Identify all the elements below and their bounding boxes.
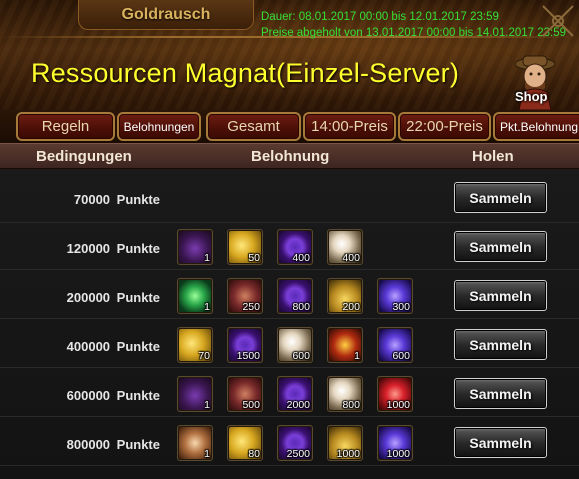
tab-14-prize[interactable]: 14:00-Preis: [303, 112, 396, 141]
item-quantity: 800: [342, 399, 360, 411]
item-quantity: 500: [242, 399, 260, 411]
table-row: 70000 Punkte Sammeln: [0, 174, 579, 223]
column-conditions: Bedingungen: [36, 148, 132, 165]
tab-22-prize[interactable]: 22:00-Preis: [398, 112, 491, 141]
reward-item[interactable]: 1000: [327, 425, 363, 461]
table-header: Bedingungen Belohnung Holen: [0, 143, 579, 169]
item-quantity: 70: [198, 350, 210, 362]
collect-button[interactable]: Sammeln: [454, 427, 547, 458]
reward-item[interactable]: 600: [377, 327, 413, 363]
row-condition: 800000 Punkte: [66, 437, 160, 452]
row-condition: 400000 Punkte: [66, 339, 160, 354]
reward-item[interactable]: 400: [327, 229, 363, 265]
shop-button[interactable]: Shop: [505, 52, 567, 110]
tab-total[interactable]: Gesamt: [206, 112, 301, 141]
reward-item[interactable]: 800: [277, 278, 313, 314]
item-quantity: 1000: [386, 399, 410, 411]
item-quantity: 50: [248, 252, 260, 264]
reward-item[interactable]: 2000: [277, 376, 313, 412]
item-quantity: 2500: [286, 448, 310, 460]
item-quantity: 200: [342, 301, 360, 313]
item-quantity: 800: [292, 301, 310, 313]
table-row: 600000 Punkte 1 500 2000 800 1000 Sammeln: [0, 368, 579, 417]
collect-button[interactable]: Sammeln: [454, 231, 547, 262]
item-quantity: 1: [204, 301, 210, 313]
table-row: 400000 Punkte 70 1500 600 1 600 Sammeln: [0, 319, 579, 368]
title-tab: Goldrausch: [78, 0, 254, 30]
reward-item[interactable]: 250: [227, 278, 263, 314]
reward-item[interactable]: 50: [227, 229, 263, 265]
reward-item[interactable]: 1: [327, 327, 363, 363]
row-condition: 200000 Punkte: [66, 290, 160, 305]
row-condition: 70000 Punkte: [73, 192, 160, 207]
reward-item[interactable]: 1: [177, 376, 213, 412]
item-quantity: 600: [392, 350, 410, 362]
table-row: 200000 Punkte 1 250 800 200 300 Sammeln: [0, 270, 579, 319]
item-quantity: 1500: [236, 350, 260, 362]
title-tab-label: Goldrausch: [121, 5, 211, 23]
item-quantity: 1: [204, 252, 210, 264]
tab-points-reward[interactable]: Pkt.Belohnung: [493, 112, 579, 141]
collect-button[interactable]: Sammeln: [454, 280, 547, 311]
item-quantity: 1000: [336, 448, 360, 460]
tab-rules[interactable]: Regeln: [16, 112, 115, 141]
event-header: Goldrausch Dauer: 08.01.2017 00:00 bis 1…: [0, 0, 579, 110]
reward-item[interactable]: 80: [227, 425, 263, 461]
row-condition: 120000 Punkte: [66, 241, 160, 256]
reward-item[interactable]: 1000: [377, 376, 413, 412]
shop-label: Shop: [515, 89, 548, 104]
corner-ornament-icon: [542, 5, 574, 37]
tab-rewards[interactable]: Belohnungen: [117, 112, 201, 141]
event-duration: Dauer: 08.01.2017 00:00 bis 12.01.2017 2…: [261, 11, 499, 23]
item-quantity: 400: [342, 252, 360, 264]
reward-item[interactable]: 400: [277, 229, 313, 265]
item-quantity: 1: [204, 399, 210, 411]
collect-button[interactable]: Sammeln: [454, 378, 547, 409]
reward-item[interactable]: 2500: [277, 425, 313, 461]
column-reward: Belohnung: [251, 148, 330, 165]
reward-item[interactable]: 1: [177, 229, 213, 265]
table-row: 120000 Punkte 1 50 400 400 Sammeln: [0, 221, 579, 270]
item-quantity: 300: [392, 301, 410, 313]
reward-item[interactable]: 1: [177, 425, 213, 461]
item-quantity: 1000: [386, 448, 410, 460]
reward-item[interactable]: 600: [277, 327, 313, 363]
row-condition: 600000 Punkte: [66, 388, 160, 403]
collect-button[interactable]: Sammeln: [454, 329, 547, 360]
item-quantity: 600: [292, 350, 310, 362]
table-row: 800000 Punkte 1 80 2500 1000 1000 Sammeln: [0, 417, 579, 466]
reward-item[interactable]: 200: [327, 278, 363, 314]
reward-item[interactable]: 70: [177, 327, 213, 363]
reward-item[interactable]: 1000: [377, 425, 413, 461]
reward-item[interactable]: 800: [327, 376, 363, 412]
collect-button[interactable]: Sammeln: [454, 182, 547, 213]
reward-item[interactable]: 1500: [227, 327, 263, 363]
tab-bar: Regeln Belohnungen Gesamt 14:00-Preis 22…: [0, 110, 579, 143]
item-quantity: 80: [248, 448, 260, 460]
reward-table: 70000 Punkte Sammeln 120000 Punkte 1 50 400 40…: [0, 169, 579, 479]
item-quantity: 400: [292, 252, 310, 264]
item-quantity: 250: [242, 301, 260, 313]
event-title: Ressourcen Magnat(Einzel-Server): [31, 58, 460, 88]
item-quantity: 1: [204, 448, 210, 460]
reward-claim-period: Preise abgeholt von 13.01.2017 00:00 bis…: [261, 27, 566, 39]
reward-item[interactable]: 500: [227, 376, 263, 412]
reward-item[interactable]: 1: [177, 278, 213, 314]
item-quantity: 1: [354, 350, 360, 362]
reward-item[interactable]: 300: [377, 278, 413, 314]
item-quantity: 2000: [286, 399, 310, 411]
column-claim: Holen: [472, 148, 514, 165]
